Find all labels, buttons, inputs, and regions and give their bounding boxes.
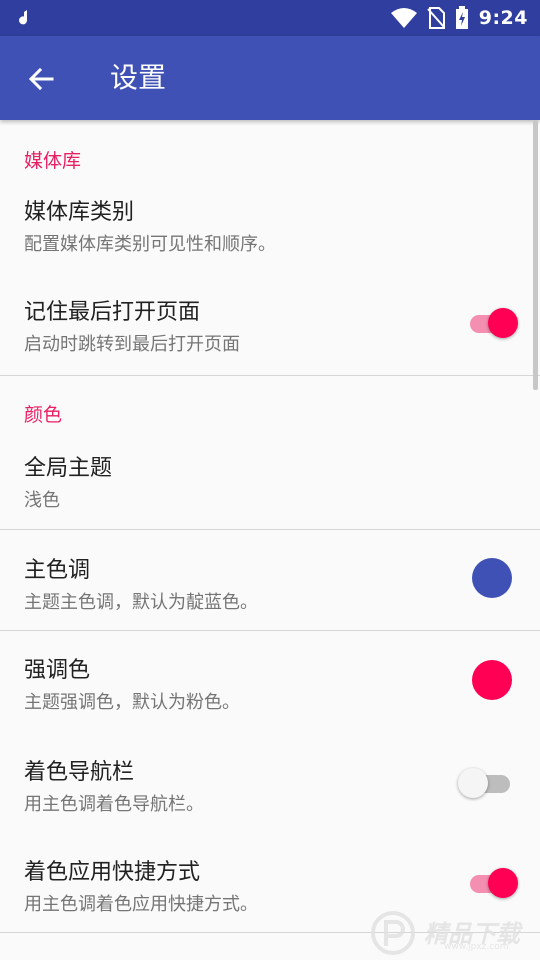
pref-primary-color[interactable]: 主色调 主题主色调，默认为靛蓝色。 [0, 538, 540, 618]
toggle-thumb [458, 768, 488, 798]
status-bar: 9:24 [0, 0, 540, 36]
pref-title: 全局主题 [24, 456, 113, 481]
notification-icon [19, 10, 28, 25]
scrollbar[interactable] [533, 120, 538, 390]
clock: 9:24 [478, 7, 528, 29]
page-title: 设置 [110, 61, 167, 94]
watermark: 精品下载 www.jpxz.com [366, 908, 536, 958]
divider [0, 529, 540, 530]
divider [0, 375, 540, 376]
divider [0, 630, 540, 631]
pref-title: 强调色 [24, 658, 91, 683]
pref-general-theme[interactable]: 全局主题 浅色 [0, 436, 540, 516]
battery-charging-icon [455, 6, 468, 29]
watermark-logo-icon [371, 911, 415, 955]
toggle-thumb [488, 868, 518, 898]
no-sim-icon [426, 7, 445, 29]
colored-navbar-toggle[interactable] [458, 764, 514, 804]
pref-title: 主色调 [24, 558, 91, 583]
pref-summary: 启动时跳转到最后打开页面 [24, 334, 240, 355]
toggle-thumb [488, 308, 518, 338]
pref-title: 媒体库类别 [24, 200, 135, 225]
status-icons: 9:24 [390, 0, 528, 36]
pref-summary: 主题主色调，默认为靛蓝色。 [24, 592, 258, 613]
pref-library-categories[interactable]: 媒体库类别 配置媒体库类别可见性和顺序。 [0, 180, 540, 260]
pref-summary: 用主色调着色应用快捷方式。 [24, 894, 258, 915]
primary-color-swatch[interactable] [472, 558, 512, 598]
pref-title: 记住最后打开页面 [24, 300, 201, 325]
pref-colored-navbar[interactable]: 着色导航栏 用主色调着色导航栏。 [0, 740, 540, 820]
app-toolbar: 设置 [0, 36, 540, 120]
pref-accent-color[interactable]: 强调色 主题强调色，默认为粉色。 [0, 638, 540, 718]
settings-list: 媒体库 媒体库类别 配置媒体库类别可见性和顺序。 记住最后打开页面 启动时跳转到… [0, 120, 540, 960]
section-header-library: 媒体库 [24, 150, 82, 172]
pref-title: 着色导航栏 [24, 760, 135, 785]
section-header-colors: 颜色 [24, 404, 63, 426]
colored-shortcuts-toggle[interactable] [468, 864, 524, 904]
pref-summary: 浅色 [24, 490, 60, 511]
remember-last-tab-toggle[interactable] [468, 304, 524, 344]
accent-color-swatch[interactable] [472, 660, 512, 700]
wifi-icon [390, 8, 417, 28]
pref-summary: 用主色调着色导航栏。 [24, 794, 204, 815]
watermark-url: www.jpxz.com [444, 942, 509, 952]
pref-summary: 配置媒体库类别可见性和顺序。 [24, 234, 276, 255]
pref-remember-last-tab[interactable]: 记住最后打开页面 启动时跳转到最后打开页面 [0, 280, 540, 360]
pref-title: 着色应用快捷方式 [24, 860, 201, 885]
arrow-back-icon[interactable] [24, 62, 58, 96]
pref-summary: 主题强调色，默认为粉色。 [24, 692, 240, 713]
